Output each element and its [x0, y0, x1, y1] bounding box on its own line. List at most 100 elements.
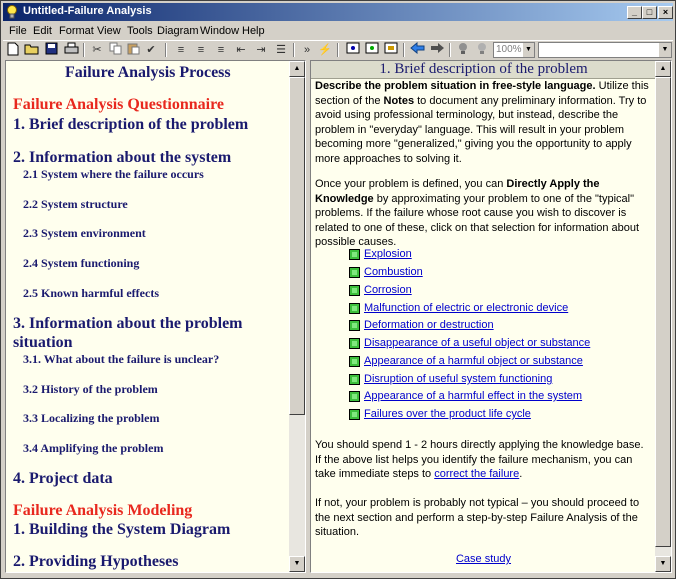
outline-subitem[interactable]: 3.1. What about the failure is unclear?	[23, 352, 219, 367]
link-combustion-text[interactable]: Combustion	[364, 266, 423, 278]
zoom-value: 100%	[496, 44, 522, 55]
green-bullet-icon	[349, 374, 360, 385]
link-malfunction-text[interactable]: Malfunction of electric or electronic de…	[364, 302, 568, 314]
case-study-row: Case study	[311, 553, 656, 565]
outline-item[interactable]: 4. Project data	[13, 470, 113, 488]
menu-view[interactable]: View	[97, 25, 121, 37]
print-icon[interactable]	[63, 42, 79, 58]
bulb-icon[interactable]	[455, 42, 471, 58]
open-icon[interactable]	[23, 42, 39, 58]
outline-item[interactable]: 2. Information about the system	[13, 149, 231, 167]
search-combo[interactable]: ▼	[538, 42, 672, 58]
outline-subitem[interactable]: 2.5 Known harmful effects	[23, 286, 159, 301]
link-disruption-text[interactable]: Disruption of useful system functioning	[364, 373, 552, 385]
toolbar-separator	[449, 43, 451, 57]
outline-heading-modeling[interactable]: Failure Analysis Modeling	[13, 502, 192, 520]
new-icon[interactable]	[5, 42, 21, 58]
outline-item[interactable]: 3. Information about the problem	[13, 315, 243, 333]
browse-back-icon[interactable]	[364, 42, 380, 58]
outline-subitem[interactable]: 2.1 System where the failure occurs	[23, 167, 204, 182]
outline-subitem[interactable]: 3.2 History of the problem	[23, 382, 158, 397]
scroll-down-icon[interactable]: ▼	[289, 556, 305, 572]
lightbulb-app-icon	[6, 5, 18, 19]
cut-icon[interactable]: ✂	[89, 42, 105, 58]
menu-edit[interactable]: Edit	[33, 25, 52, 37]
green-bullet-icon	[349, 338, 360, 349]
menu-window[interactable]: Window	[200, 25, 239, 37]
forward-arrow-icon[interactable]	[429, 42, 445, 58]
link-appearance-object-text[interactable]: Appearance of a harmful object or substa…	[364, 355, 583, 367]
spellcheck-icon[interactable]: ✔	[143, 42, 159, 58]
outdent-icon[interactable]: ⇤	[233, 42, 249, 58]
scroll-up-icon[interactable]: ▲	[289, 61, 305, 77]
link-life-cycle-text[interactable]: Failures over the product life cycle	[364, 408, 531, 420]
menu-help[interactable]: Help	[242, 25, 265, 37]
outline-item[interactable]: 1. Brief description of the problem	[13, 116, 248, 134]
maximize-button[interactable]: □	[642, 6, 657, 19]
browse-next-icon[interactable]	[383, 42, 399, 58]
copy-icon[interactable]	[107, 42, 123, 58]
scroll-thumb[interactable]	[655, 77, 671, 547]
green-bullet-icon	[349, 285, 360, 296]
menu-file[interactable]: File	[9, 25, 27, 37]
chevron-down-icon[interactable]: ▼	[523, 43, 534, 57]
menu-format[interactable]: Format	[59, 25, 94, 37]
title-bar: Untitled-Failure Analysis _ □ ×	[3, 3, 673, 21]
case-study-link[interactable]: Case study	[456, 553, 511, 565]
lightning-icon[interactable]: ⚡	[317, 42, 333, 58]
indent-icon[interactable]: ⇥	[253, 42, 269, 58]
left-pane-outline: Failure Analysis Process Failure Analysi…	[5, 60, 306, 573]
bulb-off-icon[interactable]	[474, 42, 490, 58]
green-bullet-icon	[349, 303, 360, 314]
forward-icon[interactable]: »	[299, 42, 315, 58]
menu-bar: File Edit Format View Tools Diagram Wind…	[3, 22, 673, 40]
back-arrow-icon[interactable]	[409, 42, 425, 58]
app-window: Untitled-Failure Analysis _ □ × File Edi…	[0, 0, 676, 579]
toolbar-separator	[83, 43, 85, 57]
menu-tools[interactable]: Tools	[127, 25, 153, 37]
scroll-up-icon[interactable]: ▲	[655, 61, 671, 77]
apply-text-a: Once your problem is defined, you can	[315, 178, 507, 190]
time-text-b: .	[519, 468, 523, 480]
left-vertical-scrollbar[interactable]: ▲ ▼	[289, 61, 305, 572]
bullets-icon[interactable]: ☰	[273, 42, 289, 58]
menu-diagram[interactable]: Diagram	[157, 25, 199, 37]
outline-subitem[interactable]: 2.2 System structure	[23, 197, 128, 212]
outline-subitem[interactable]: 3.3 Localizing the problem	[23, 411, 159, 426]
outline-item[interactable]: 1. Building the System Diagram	[13, 521, 230, 539]
outline-subitem[interactable]: 2.3 System environment	[23, 226, 146, 241]
green-bullet-icon	[349, 267, 360, 278]
align-center-icon[interactable]: ≡	[193, 42, 209, 58]
scroll-down-icon[interactable]: ▼	[655, 556, 671, 572]
green-bullet-icon	[349, 391, 360, 402]
green-bullet-icon	[349, 320, 360, 331]
toolbar-separator	[293, 43, 295, 57]
link-explosion-text[interactable]: Explosion	[364, 248, 412, 260]
outline-item-continuation[interactable]: situation	[13, 334, 73, 352]
chevron-down-icon[interactable]: ▼	[659, 43, 671, 57]
outline-heading-questionnaire[interactable]: Failure Analysis Questionnaire	[13, 96, 224, 114]
browse-icon[interactable]	[345, 42, 361, 58]
outline-subitem[interactable]: 3.4 Amplifying the problem	[23, 441, 163, 456]
window-title: Untitled-Failure Analysis	[23, 5, 152, 17]
link-appearance-effect-text[interactable]: Appearance of a harmful effect in the sy…	[364, 390, 582, 402]
outline-subitem[interactable]: 2.4 System functioning	[23, 256, 139, 271]
align-left-icon[interactable]: ≡	[173, 42, 189, 58]
link-deformation-text[interactable]: Deformation or destruction	[364, 319, 494, 331]
outline-item[interactable]: 2. Providing Hypotheses	[13, 553, 179, 571]
time-paragraph: You should spend 1 - 2 hours directly ap…	[315, 438, 652, 482]
apply-knowledge-paragraph: Once your problem is defined, you can Di…	[315, 177, 652, 250]
correct-failure-link[interactable]: correct the failure	[434, 468, 519, 480]
right-vertical-scrollbar[interactable]: ▲ ▼	[655, 61, 671, 572]
outline-title: Failure Analysis Process	[65, 64, 231, 81]
close-button[interactable]: ×	[658, 6, 673, 19]
zoom-select[interactable]: 100% ▼	[493, 42, 535, 58]
align-right-icon[interactable]: ≡	[213, 42, 229, 58]
scroll-thumb[interactable]	[289, 77, 305, 415]
save-icon[interactable]	[43, 42, 59, 58]
link-disappearance-text[interactable]: Disappearance of a useful object or subs…	[364, 337, 590, 349]
paste-icon[interactable]	[125, 42, 141, 58]
link-corrosion-text[interactable]: Corrosion	[364, 284, 412, 296]
minimize-button[interactable]: _	[627, 6, 642, 19]
description-paragraph: Describe the problem situation in free-s…	[315, 79, 652, 166]
